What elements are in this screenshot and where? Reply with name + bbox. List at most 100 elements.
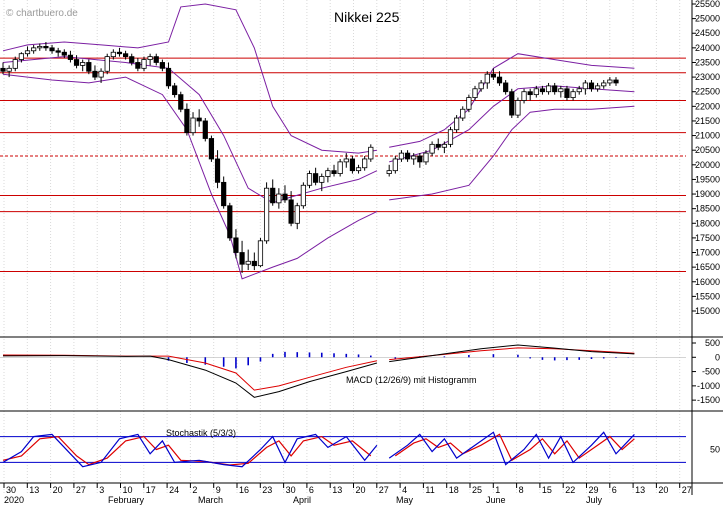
candle-body xyxy=(460,108,466,119)
x-tick-label: 27 xyxy=(379,485,389,495)
candle-body xyxy=(454,117,460,131)
candle-body xyxy=(515,100,521,116)
price-tick-label: 21000 xyxy=(695,131,720,141)
candle-body xyxy=(490,73,497,78)
x-tick-label: 22 xyxy=(565,485,575,495)
candle-body xyxy=(472,88,478,98)
x-tick-label: 23 xyxy=(262,485,272,495)
candle-body xyxy=(6,67,12,72)
x-tick-label: 24 xyxy=(169,485,179,495)
price-tick-label: 24500 xyxy=(695,28,720,38)
candle-body xyxy=(263,187,270,242)
price-tick-label: 15500 xyxy=(695,291,720,301)
watermark: © chartbuero.de xyxy=(6,8,78,19)
candle-body xyxy=(37,45,43,49)
x-tick-label: 13 xyxy=(635,485,645,495)
price-tick-label: 23000 xyxy=(695,72,720,82)
x-tick-label: 4 xyxy=(402,485,407,495)
candle-body xyxy=(116,51,123,55)
candle-body xyxy=(141,59,147,69)
candle-body xyxy=(245,260,251,265)
nikkei-chart: 1500015500160001650017000175001800018500… xyxy=(0,0,723,506)
candle-body xyxy=(343,158,349,163)
x-tick-label: 6 xyxy=(612,485,617,495)
candle-body xyxy=(368,146,374,160)
candle-body xyxy=(86,62,92,72)
candle-body xyxy=(153,56,159,63)
price-tick-label: 23500 xyxy=(695,57,720,67)
candle-body xyxy=(221,181,227,207)
candle-body xyxy=(300,184,306,207)
candle-body xyxy=(588,82,595,90)
candle-body xyxy=(233,237,239,253)
candle-body xyxy=(129,56,135,63)
candle-body xyxy=(552,85,558,93)
candle-body xyxy=(73,59,80,66)
candle-body xyxy=(178,94,184,110)
candle-body xyxy=(12,59,18,69)
candle-body xyxy=(184,108,190,134)
chart-title: Nikkei 225 xyxy=(334,9,400,25)
stoch-tick-label: 50 xyxy=(710,445,720,455)
candle-body xyxy=(190,117,196,134)
price-tick-label: 22500 xyxy=(695,87,720,97)
candle-body xyxy=(509,91,515,116)
month-label: May xyxy=(396,495,414,505)
candle-body xyxy=(362,158,368,169)
candle-body xyxy=(545,85,552,93)
macd-tick-label: 0 xyxy=(715,352,720,362)
price-tick-label: 16500 xyxy=(695,262,720,272)
candle-body xyxy=(417,155,423,163)
candle-body xyxy=(607,79,613,84)
candle-body xyxy=(104,56,110,72)
candle-body xyxy=(24,50,31,55)
price-tick-label: 16000 xyxy=(695,277,720,287)
x-tick-label: 9 xyxy=(216,485,221,495)
x-tick-label: 17 xyxy=(146,485,156,495)
candle-body xyxy=(533,88,539,96)
x-tick-label: 30 xyxy=(6,485,16,495)
candle-body xyxy=(294,205,300,224)
candle-body xyxy=(337,161,343,174)
x-tick-label: 29 xyxy=(589,485,599,495)
candle-body xyxy=(92,70,98,78)
price-tick-label: 22000 xyxy=(695,101,720,111)
month-label: February xyxy=(108,495,145,505)
candle-body xyxy=(404,152,411,160)
candle-body xyxy=(435,143,441,148)
candle-body xyxy=(147,56,153,60)
candle-body xyxy=(257,240,264,267)
candle-body xyxy=(423,152,429,163)
candle-body xyxy=(55,50,61,53)
x-tick-label: 18 xyxy=(449,485,459,495)
candle-body xyxy=(18,53,24,60)
candle-body xyxy=(386,170,392,174)
candle-body xyxy=(313,173,319,183)
candle-body xyxy=(288,199,294,224)
x-tick-label: 27 xyxy=(76,485,86,495)
price-tick-label: 17000 xyxy=(695,248,720,258)
candle-body xyxy=(31,47,37,52)
candle-body xyxy=(159,62,165,69)
candle-body xyxy=(349,158,356,172)
candle-body xyxy=(441,143,447,148)
x-tick-label: 20 xyxy=(658,485,668,495)
candle-body xyxy=(276,193,282,204)
price-tick-label: 19000 xyxy=(695,189,720,199)
candle-body xyxy=(0,67,6,72)
candle-body xyxy=(98,70,104,78)
month-label: March xyxy=(198,495,223,505)
macd-tick-label: -1000 xyxy=(697,381,720,391)
macd-tick-label: 500 xyxy=(705,338,720,348)
candle-body xyxy=(172,85,178,96)
candle-body xyxy=(306,173,313,186)
candle-body xyxy=(595,85,601,90)
macd-tick-label: -1500 xyxy=(697,395,720,405)
candle-body xyxy=(429,143,435,154)
candle-body xyxy=(539,88,546,93)
x-tick-label: 20 xyxy=(53,485,63,495)
price-tick-label: 25500 xyxy=(695,0,720,9)
candle-body xyxy=(43,45,49,49)
candle-body xyxy=(49,47,55,52)
candle-body xyxy=(521,91,527,101)
